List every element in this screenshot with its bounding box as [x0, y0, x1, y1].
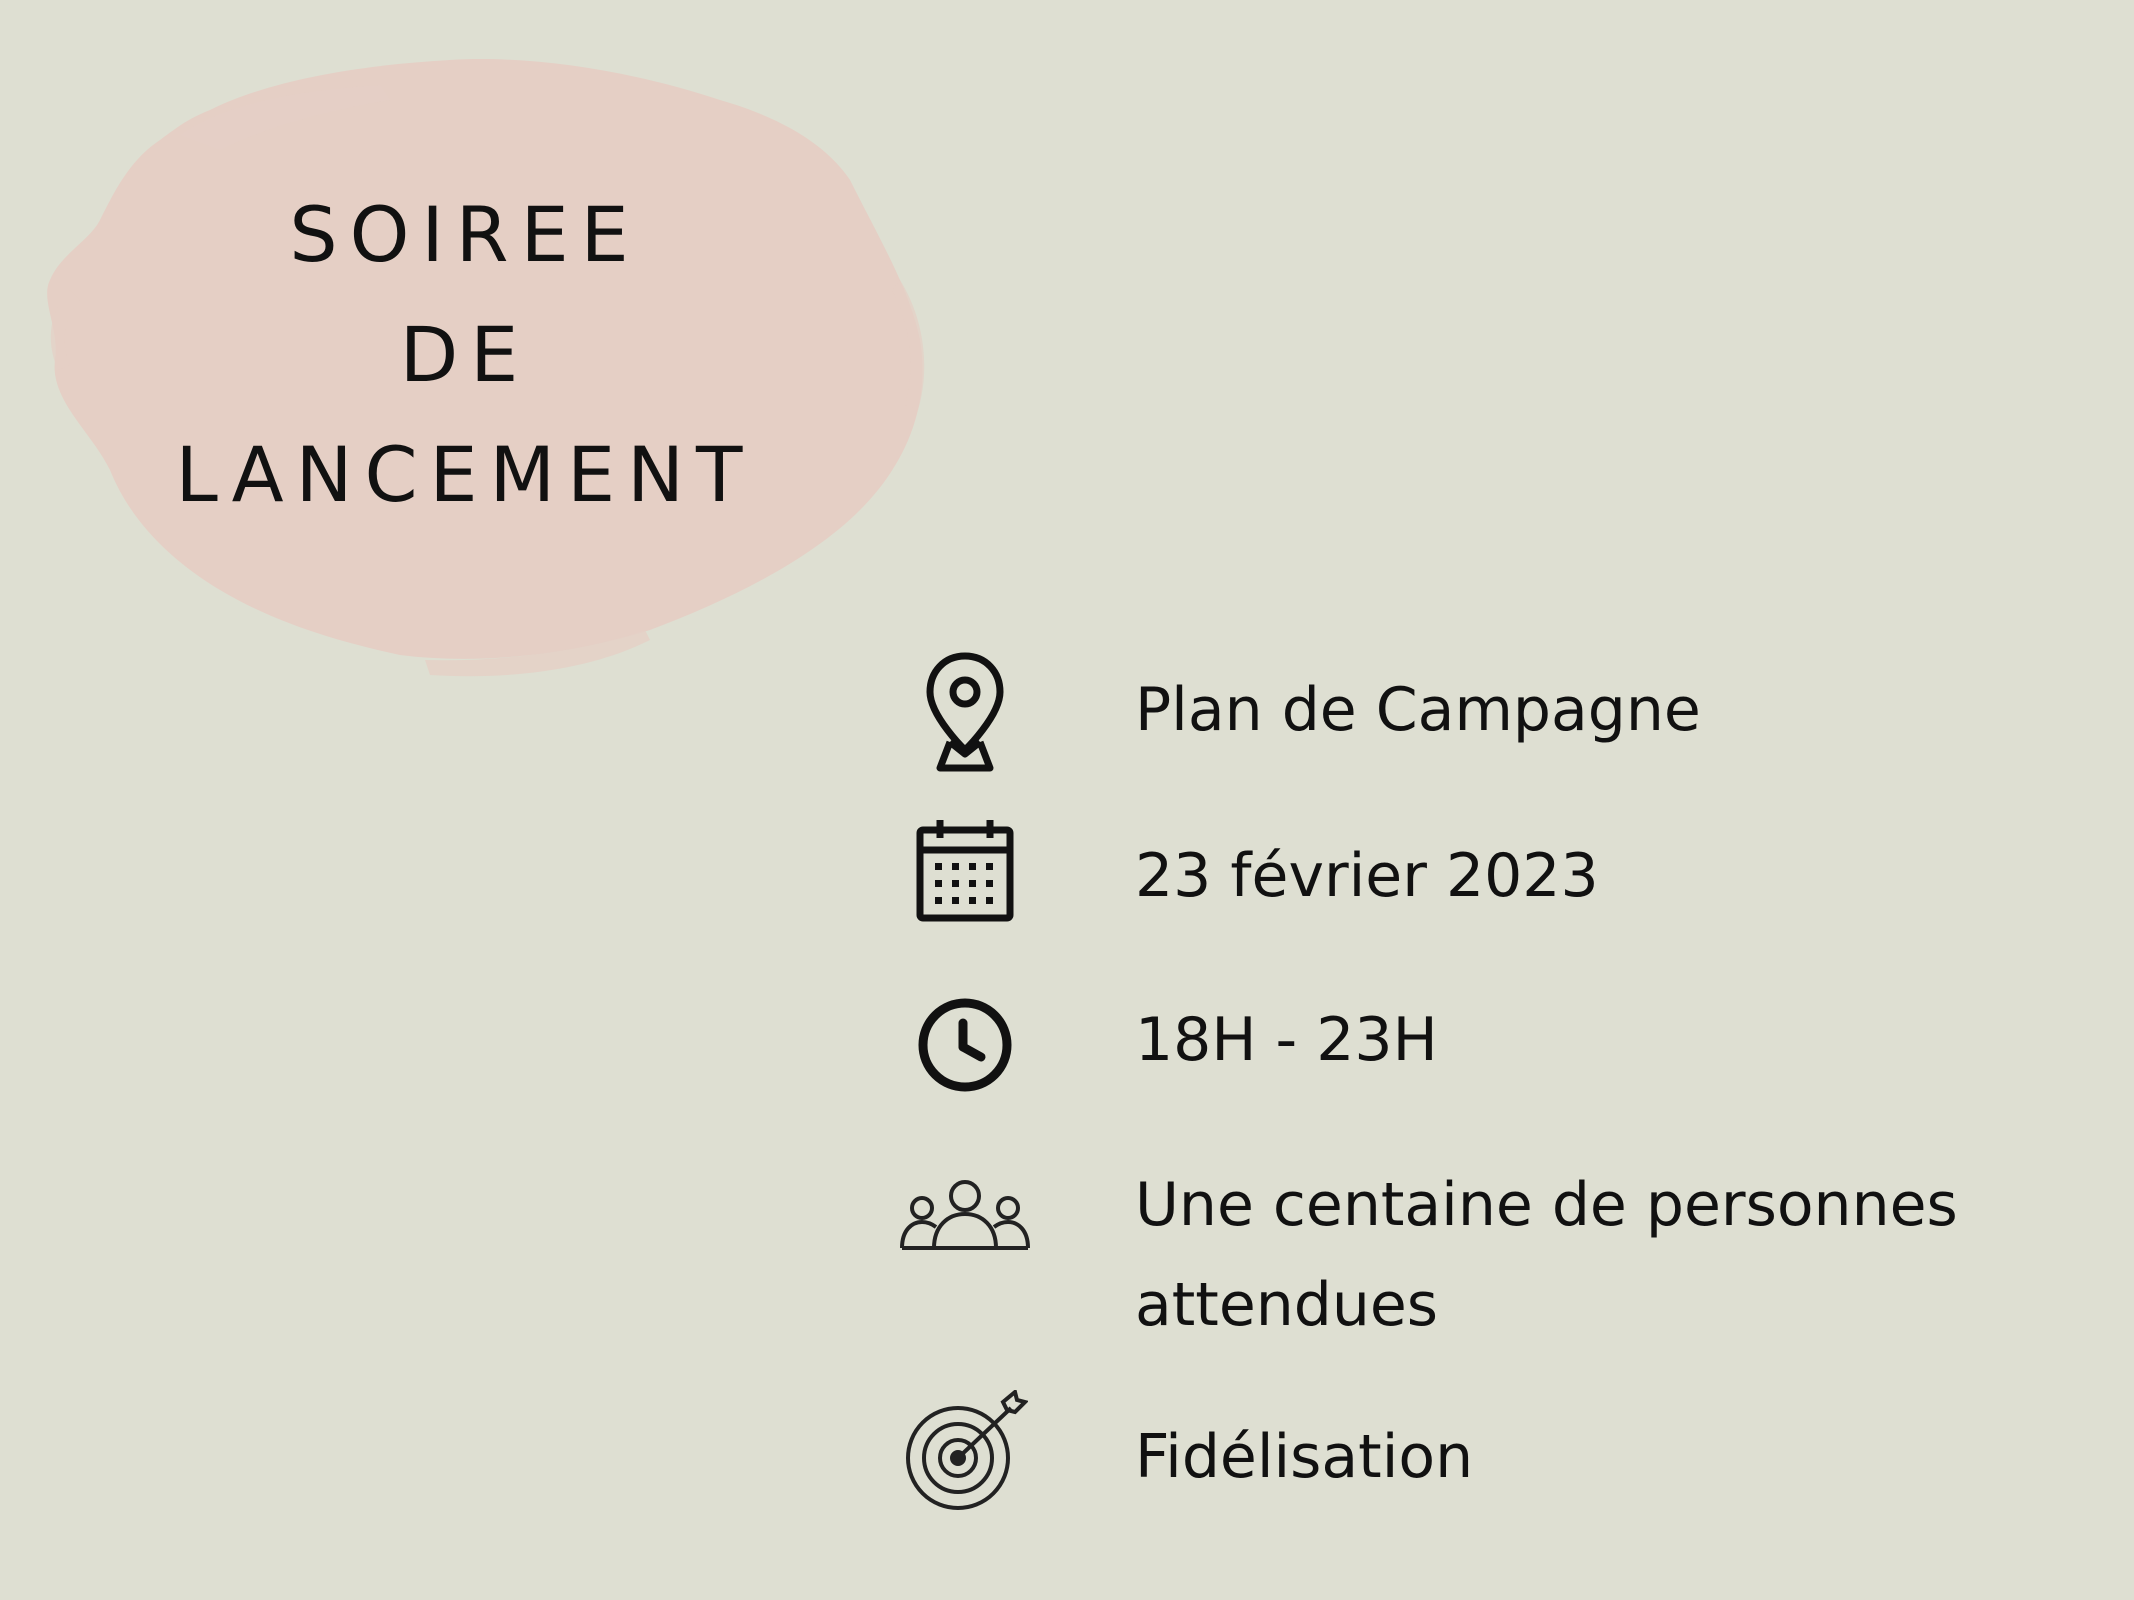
title-line-2: DE — [399, 310, 531, 399]
calendar-icon — [890, 818, 1040, 923]
detail-time: 18H - 23H — [890, 990, 2090, 1100]
attendance-text: Une centaine de personnes attendues — [1135, 1170, 1958, 1340]
time-text: 18H - 23H — [1135, 1005, 1438, 1075]
title-line-3: LANCEMENT — [175, 430, 755, 519]
detail-attendance: Une centaine de personnes attendues — [890, 1160, 2090, 1360]
event-title: SOIREE DE LANCEMENT — [140, 175, 790, 535]
objective-text: Fidélisation — [1135, 1422, 1474, 1492]
clock-icon — [890, 995, 1040, 1095]
people-group-icon — [890, 1178, 1040, 1253]
map-pin-icon — [890, 650, 1040, 775]
target-icon — [890, 1390, 1040, 1515]
location-text: Plan de Campagne — [1135, 675, 1701, 745]
title-line-1: SOIREE — [289, 190, 641, 279]
detail-location: Plan de Campagne — [890, 640, 2090, 780]
date-text: 23 février 2023 — [1135, 841, 1599, 911]
detail-objective: Fidélisation — [890, 1385, 2090, 1525]
detail-date: 23 février 2023 — [890, 810, 2090, 930]
